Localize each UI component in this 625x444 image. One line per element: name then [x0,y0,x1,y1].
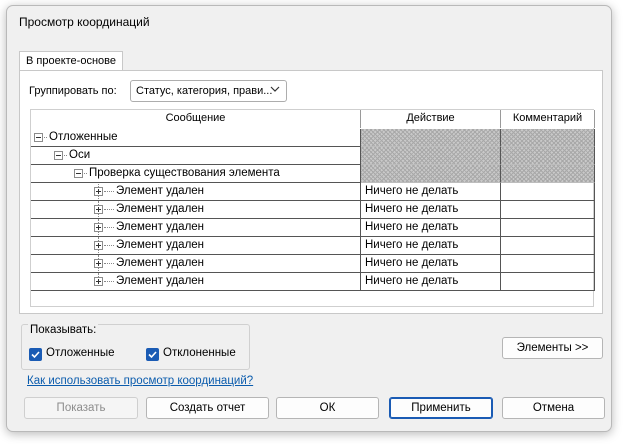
table-row[interactable]: Элемент удален Ничего не делать [31,219,595,237]
tree-connector [84,173,87,174]
action-cell[interactable]: Ничего не делать [361,255,501,273]
tab-panel: Группировать по: Статус, категория, прав… [19,70,603,314]
action-cell [361,147,501,165]
checkmark-icon [148,351,157,359]
window-title: Просмотр координаций [19,15,150,29]
table-row[interactable]: Элемент удален Ничего не делать [31,237,595,255]
message-cell[interactable]: Элемент удален [31,183,361,201]
comment-cell [501,165,595,183]
rejected-label: Отклоненные [163,347,236,359]
collapse-icon[interactable] [74,169,83,178]
message-text: Элемент удален [116,185,205,197]
message-text: Элемент удален [116,203,205,215]
message-cell[interactable]: Элемент удален [31,255,361,273]
tree-connector [44,137,47,138]
expand-icon[interactable] [94,223,103,232]
postponed-checkbox[interactable] [29,348,42,361]
table-row[interactable]: Отложенные [31,129,595,147]
expand-icon[interactable] [94,259,103,268]
group-by-label: Группировать по: [29,85,117,97]
tab-host-project[interactable]: В проекте-основе [19,51,123,71]
expand-icon[interactable] [94,241,103,250]
tree-connector [104,191,114,192]
checkmark-icon [31,351,40,359]
expand-icon[interactable] [94,205,103,214]
tree-connector [104,281,114,282]
tree-connector [104,209,114,210]
message-cell[interactable]: Элемент удален [31,273,361,291]
table-row[interactable]: Проверка существования элемента [31,165,595,183]
comment-cell [501,129,595,147]
elements-button[interactable]: Элементы >> [502,337,603,359]
message-text: Элемент удален [116,275,205,287]
tree-connector [64,155,67,156]
message-text: Элемент удален [116,221,205,233]
create-report-button[interactable]: Создать отчет [146,397,269,419]
comment-cell[interactable] [501,219,595,237]
action-cell[interactable]: Ничего не делать [361,219,501,237]
message-text: Проверка существования элемента [89,167,280,179]
table-row[interactable]: Оси [31,147,595,165]
comment-cell[interactable] [501,273,595,291]
message-cell[interactable]: Отложенные [31,129,361,147]
coordination-grid: Сообщение Действие Комментарий Отложенны… [30,109,595,307]
comment-cell [501,147,595,165]
table-row[interactable]: Элемент удален Ничего не делать [31,273,595,291]
show-button[interactable]: Показать [24,397,138,419]
action-cell[interactable]: Ничего не делать [361,273,501,291]
chevron-down-icon [270,86,280,92]
coordination-review-dialog: Просмотр координаций В проекте-основе Гр… [6,5,612,432]
message-text: Элемент удален [116,239,205,251]
message-cell[interactable]: Оси [31,147,361,165]
message-text: Оси [69,149,91,161]
message-cell[interactable]: Элемент удален [31,201,361,219]
message-text: Элемент удален [116,257,205,269]
show-filter-group: Показывать: Отложенные Отклоненные [21,324,250,370]
expand-icon[interactable] [94,277,103,286]
tree-connector [104,227,114,228]
table-row[interactable]: Элемент удален Ничего не делать [31,183,595,201]
show-legend: Показывать: [28,324,99,336]
action-cell [361,165,501,183]
tree-connector [104,263,114,264]
collapse-icon[interactable] [54,151,63,160]
action-cell[interactable]: Ничего не делать [361,201,501,219]
collapse-icon[interactable] [34,133,43,142]
action-cell[interactable]: Ничего не делать [361,183,501,201]
ok-button[interactable]: ОК [276,397,379,419]
action-cell[interactable]: Ничего не делать [361,237,501,255]
cancel-button[interactable]: Отмена [502,397,605,419]
expand-icon[interactable] [94,187,103,196]
table-row[interactable]: Элемент удален Ничего не делать [31,201,595,219]
group-by-select[interactable]: Статус, категория, прави... [130,80,287,102]
comment-cell[interactable] [501,255,595,273]
table-row[interactable]: Элемент удален Ничего не делать [31,255,595,273]
comment-cell[interactable] [501,201,595,219]
grid-header: Сообщение Действие Комментарий [31,110,595,128]
column-header-action[interactable]: Действие [361,110,501,128]
column-header-message[interactable]: Сообщение [31,110,361,128]
action-cell [361,129,501,147]
comment-cell[interactable] [501,237,595,255]
rejected-checkbox[interactable] [146,348,159,361]
group-by-value: Статус, категория, прави... [136,85,273,97]
message-cell[interactable]: Элемент удален [31,219,361,237]
apply-button[interactable]: Применить [389,397,493,419]
tree-connector [104,245,114,246]
message-cell[interactable]: Проверка существования элемента [31,165,361,183]
help-link[interactable]: Как использовать просмотр координаций? [27,375,253,387]
message-text: Отложенные [49,131,118,143]
message-cell[interactable]: Элемент удален [31,237,361,255]
column-header-comment[interactable]: Комментарий [501,110,595,128]
comment-cell[interactable] [501,183,595,201]
postponed-label: Отложенные [46,347,115,359]
